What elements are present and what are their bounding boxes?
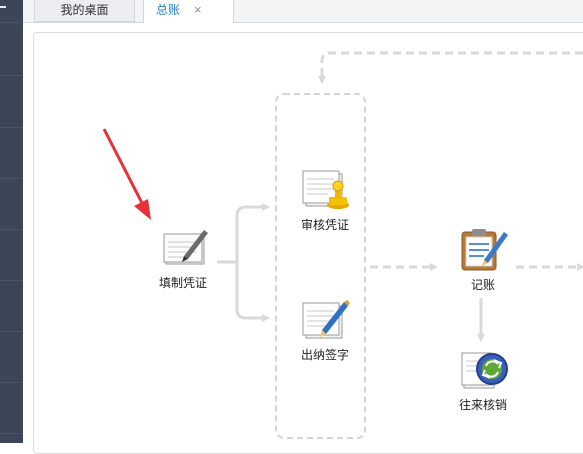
write-off-icon (461, 352, 508, 389)
fill-voucher-label: 填制凭证 (158, 276, 207, 290)
cashier-sign-icon (302, 300, 350, 339)
write-off-label: 往来核销 (458, 398, 507, 412)
cashier-sign-label: 出纳签字 (300, 348, 349, 362)
branch-connector (217, 203, 270, 264)
post-ledger-label: 记账 (470, 278, 495, 292)
node-write-off[interactable]: 往来核销 (452, 346, 514, 416)
node-post-ledger[interactable]: 记账 (452, 226, 514, 296)
node-cashier-sign[interactable]: 出纳签字 (292, 296, 358, 368)
post-ledger-icon (461, 229, 508, 271)
red-arrow-pointer (102, 128, 151, 220)
node-audit-voucher[interactable]: 审核凭证 (292, 166, 358, 238)
audit-voucher-label: 审核凭证 (300, 218, 349, 232)
audit-voucher-icon (302, 170, 349, 209)
review-group-frame (275, 93, 366, 439)
node-fill-voucher[interactable]: 填制凭证 (150, 224, 216, 296)
loop-back-connector (318, 51, 583, 84)
fill-voucher-icon (163, 230, 208, 265)
branch-connector (235, 262, 270, 322)
